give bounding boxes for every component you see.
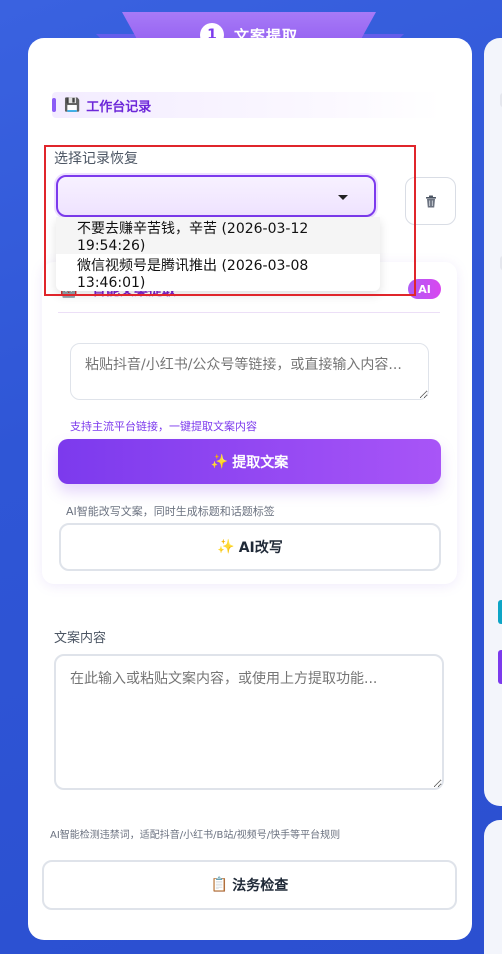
trash-icon bbox=[425, 195, 436, 207]
delete-record-button[interactable] bbox=[405, 177, 456, 225]
next-card-partial bbox=[484, 820, 502, 954]
workspace-section-header: 💾 工作台记录 bbox=[52, 92, 442, 118]
rewrite-hint: AI智能改写文案，同时生成标题和话题标签 bbox=[66, 505, 275, 518]
section-accent-bar bbox=[52, 98, 56, 112]
partial-marker-cyan bbox=[498, 600, 502, 624]
caret-down-icon bbox=[338, 195, 348, 200]
content-textarea[interactable] bbox=[54, 654, 444, 790]
clipboard-icon: 📋 bbox=[210, 877, 229, 893]
dropdown-option[interactable]: 不要去赚辛苦钱，辛苦 (2026-03-12 19:54:26) bbox=[56, 217, 380, 254]
record-select[interactable] bbox=[56, 175, 376, 217]
dropdown-option[interactable]: 微信视频号是腾讯推出 (2026-03-08 13:46:01) bbox=[56, 254, 380, 291]
partial-marker-purple bbox=[498, 650, 502, 684]
link-input[interactable] bbox=[70, 343, 429, 400]
select-record-label: 选择记录恢复 bbox=[54, 151, 138, 167]
support-hint: 支持主流平台链接，一键提取文案内容 bbox=[70, 420, 257, 433]
legal-check-button[interactable]: 📋 法务检查 bbox=[42, 860, 457, 910]
extract-button-label: 提取文案 bbox=[232, 454, 289, 471]
panel-divider bbox=[58, 312, 440, 313]
ai-badge: AI bbox=[408, 279, 441, 299]
ai-rewrite-button[interactable]: ✨ AI改写 bbox=[59, 523, 441, 571]
floppy-disk-icon: 💾 bbox=[64, 97, 81, 113]
ai-rewrite-button-label: AI改写 bbox=[238, 540, 283, 556]
record-dropdown: 不要去赚辛苦钱，辛苦 (2026-03-12 19:54:26) 微信视频号是腾… bbox=[56, 217, 380, 291]
check-hint: AI智能检测违禁词，适配抖音/小红书/B站/视频号/快手等平台规则 bbox=[50, 830, 341, 841]
extract-button[interactable]: ✨ 提取文案 bbox=[58, 439, 441, 484]
content-label: 文案内容 bbox=[54, 631, 107, 646]
sparkles-icon: ✨ bbox=[217, 539, 235, 555]
next-step-card-partial bbox=[484, 38, 502, 806]
sparkles-icon: ✨ bbox=[210, 453, 229, 470]
legal-check-button-label: 法务检查 bbox=[232, 878, 289, 894]
workspace-section-title: 工作台记录 bbox=[86, 99, 152, 115]
